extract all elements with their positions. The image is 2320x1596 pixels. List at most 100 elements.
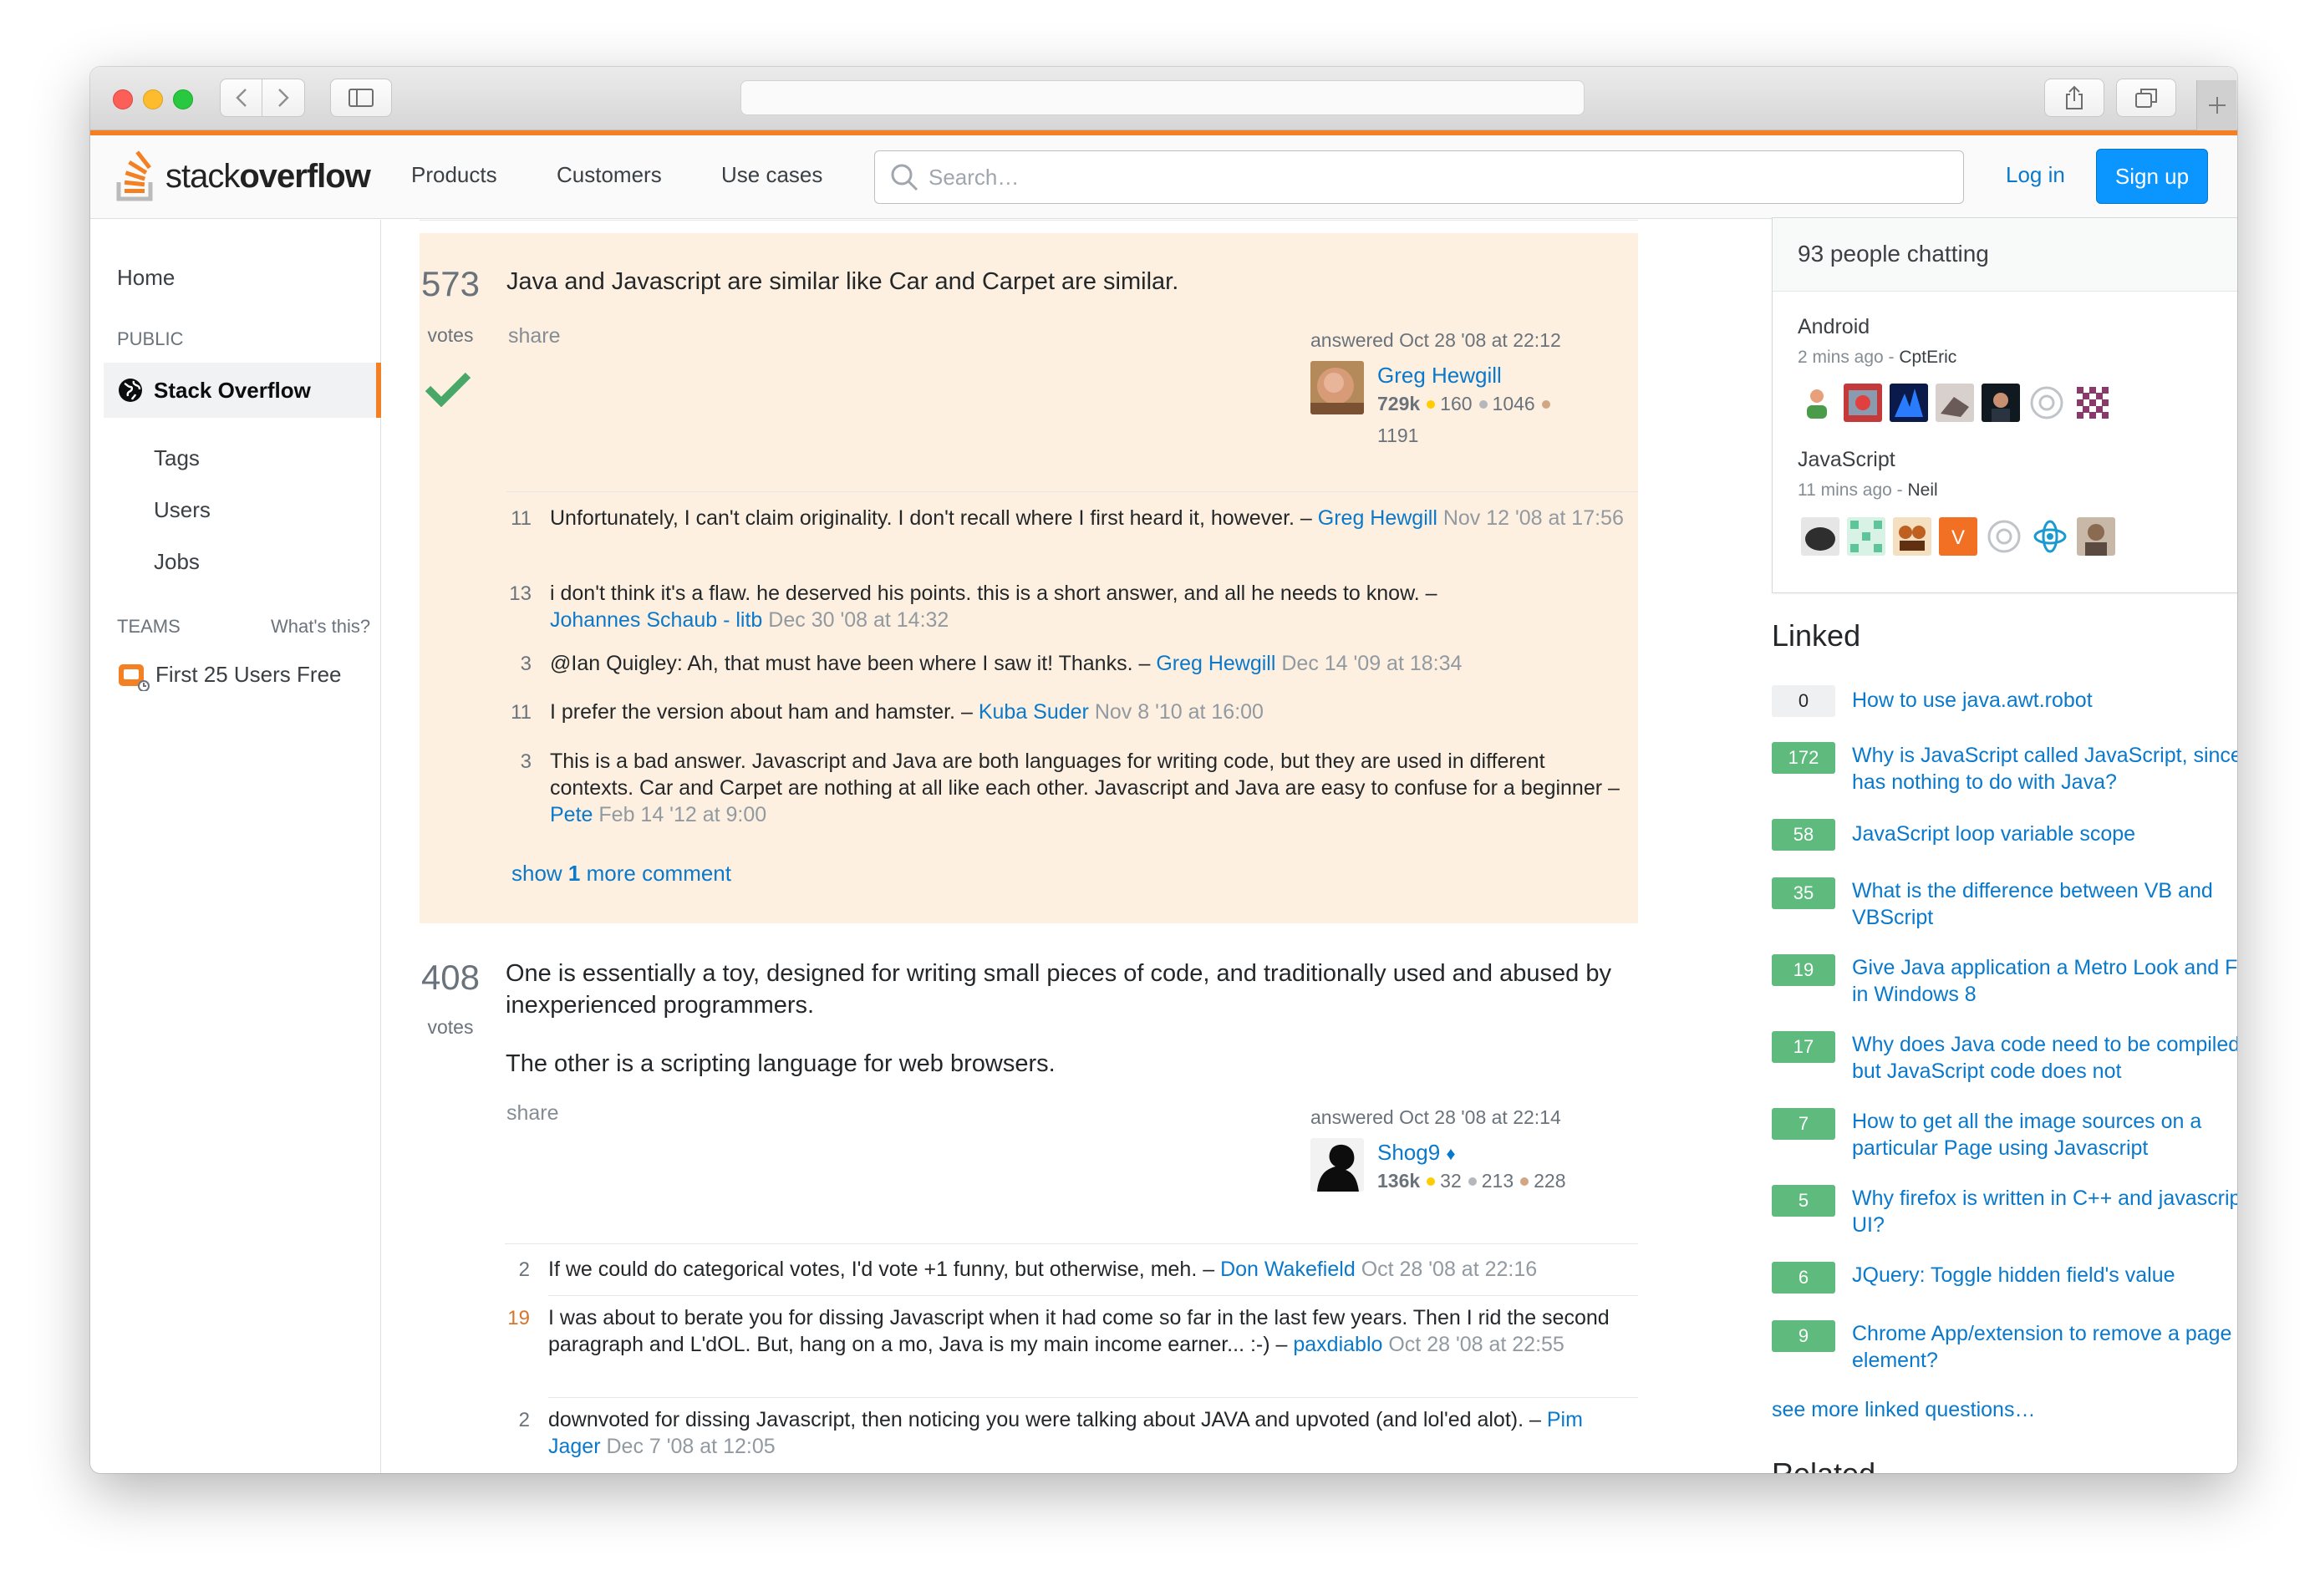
linked-question-link[interactable]: Chrome App/extension to remove a page el… [1852,1320,2237,1374]
zoom-window-button[interactable] [173,89,193,109]
chat-user-avatar[interactable] [1985,517,2023,556]
linked-question-link[interactable]: What is the difference between VB and VB… [1852,877,2237,931]
nav-use-cases[interactable]: Use cases [721,162,822,188]
chat-user-avatar[interactable] [1936,384,1974,422]
comment-score: 11 [511,507,532,530]
address-bar[interactable] [740,80,1585,115]
chat-user-avatar[interactable] [2077,517,2115,556]
share-link[interactable]: share [506,1101,559,1126]
linked-score-badge: 172 [1772,742,1835,774]
linked-question-link[interactable]: How to get all the image sources on a pa… [1852,1108,2237,1161]
share-button[interactable] [2044,79,2104,117]
chat-user-avatar[interactable] [1893,517,1931,556]
chat-user-avatar[interactable] [1801,517,1839,556]
chat-room-activity: 2 mins ago - CptEric [1798,348,1956,368]
comment-user[interactable]: Don Wakefield [1220,1258,1356,1281]
sidebar-item-tags[interactable]: Tags [154,445,200,471]
new-tab-button[interactable] [2196,80,2236,130]
comment-text: If we could do categorical votes, I'd vo… [548,1258,1215,1281]
chat-user-avatar[interactable] [1847,517,1885,556]
chat-user-avatar[interactable] [1844,384,1882,422]
chat-room-last-user[interactable]: Neil [1908,480,1938,500]
divider [420,220,1638,221]
linked-score-badge: 19 [1772,954,1835,986]
answer-user-name[interactable]: Shog9 [1377,1140,1440,1165]
sidebar-item-stack-overflow[interactable]: Stack Overflow [104,363,381,418]
chat-user-avatar[interactable]: V [1939,517,1977,556]
linked-question-link[interactable]: Give Java application a Metro Look and F… [1852,954,2237,1008]
linked-question-link[interactable]: Why is JavaScript called JavaScript, sin… [1852,742,2237,795]
chat-widget: 93 people chatting Android 2 mins ago - … [1772,217,2237,593]
browser-window: stackoverflow Products Customers Use cas… [90,67,2237,1473]
linked-question-link[interactable]: How to use java.awt.robot [1852,687,2237,714]
chat-room-last-user[interactable]: CptEric [1899,348,1956,367]
tabs-overview-button[interactable] [2116,79,2176,117]
close-window-button[interactable] [113,89,133,109]
user-avatar[interactable] [1310,361,1364,414]
sidebar-item-users[interactable]: Users [154,497,211,523]
browser-titlebar [90,67,2237,130]
linked-question-link[interactable]: Why does Java code need to be compiled b… [1852,1031,2237,1085]
back-arrow-icon[interactable] [221,79,262,116]
chat-room-javascript[interactable]: JavaScript [1798,448,1895,472]
answer-body-paragraph: One is essentially a toy, designed for w… [506,960,1611,1019]
sidebar-toggle-button[interactable] [330,79,392,117]
comment-text: i don't think it's a flaw. he deserved h… [550,582,1437,605]
show-more-suffix: more comment [580,861,731,886]
chat-user-avatar[interactable] [2027,384,2066,422]
chat-user-avatar[interactable] [1982,384,2020,422]
silver-badge-icon [1478,400,1488,409]
comment-user[interactable]: paxdiablo [1293,1333,1382,1356]
comment-user[interactable]: Pete [550,803,593,826]
comment-user[interactable]: Johannes Schaub - litb [550,608,762,632]
linked-question-link[interactable]: JavaScript loop variable scope [1852,821,2237,847]
linked-score-badge: 17 [1772,1031,1835,1063]
comment-score: 11 [511,701,532,724]
answer-vote-count: 408 [420,958,481,997]
chat-user-avatar[interactable] [2073,384,2112,422]
chat-title[interactable]: 93 people chatting [1798,241,1989,267]
stack-logo-icon [116,150,153,201]
comment-divider [548,1295,1638,1296]
gold-badge-count: 32 [1440,1170,1462,1192]
chat-user-avatar[interactable] [2031,517,2069,556]
linked-score-badge: 0 [1772,685,1835,717]
sidebar-home[interactable]: Home [117,265,175,291]
votes-label: votes [427,324,474,346]
bronze-badge-count: 1191 [1377,424,1419,446]
search-input[interactable] [929,151,1948,203]
answer-user-name[interactable]: Greg Hewgill [1377,363,1502,389]
forward-arrow-icon[interactable] [262,79,304,116]
linked-score-badge: 6 [1772,1262,1835,1294]
nav-products[interactable]: Products [411,162,497,188]
comment-user[interactable]: Kuba Suder [979,700,1089,724]
sidebar-item-teams-free[interactable]: First 25 Users Free [117,658,342,691]
login-link[interactable]: Log in [2006,162,2065,188]
comment: I was about to berate you for dissing Ja… [548,1304,1635,1358]
site-logo[interactable]: stackoverflow [115,149,371,204]
linked-score-badge: 9 [1772,1320,1835,1352]
comment-user[interactable]: Greg Hewgill [1318,506,1437,530]
nav-customers[interactable]: Customers [557,162,662,188]
chat-user-avatar[interactable] [1798,384,1836,422]
globe-icon [119,379,142,402]
bronze-badge-icon [1541,400,1550,409]
comment: I prefer the version about ham and hamst… [550,699,1628,725]
sidebar-item-jobs[interactable]: Jobs [154,549,200,575]
accepted-checkmark-icon [425,372,471,407]
share-link[interactable]: share [508,324,561,348]
chat-user-avatar[interactable] [1890,384,1928,422]
teams-whats-this-link[interactable]: What's this? [271,616,370,638]
chat-room-android[interactable]: Android [1798,315,1870,339]
comment-user[interactable]: Greg Hewgill [1156,652,1275,675]
signup-button[interactable]: Sign up [2096,149,2208,204]
silver-badge-icon [1468,1177,1477,1186]
linked-question-link[interactable]: JQuery: Toggle hidden field's value [1852,1262,2237,1288]
comment-date: Dec 7 '08 at 12:05 [606,1435,776,1458]
linked-question-link[interactable]: Why firefox is written in C++ and javasc… [1852,1185,2237,1238]
show-more-comments-link[interactable]: show 1 more comment [511,861,731,887]
user-avatar[interactable] [1310,1138,1364,1192]
comment-date: Dec 30 '08 at 14:32 [768,608,949,632]
see-more-linked-link[interactable]: see more linked questions… [1772,1398,2035,1422]
minimize-window-button[interactable] [143,89,163,109]
